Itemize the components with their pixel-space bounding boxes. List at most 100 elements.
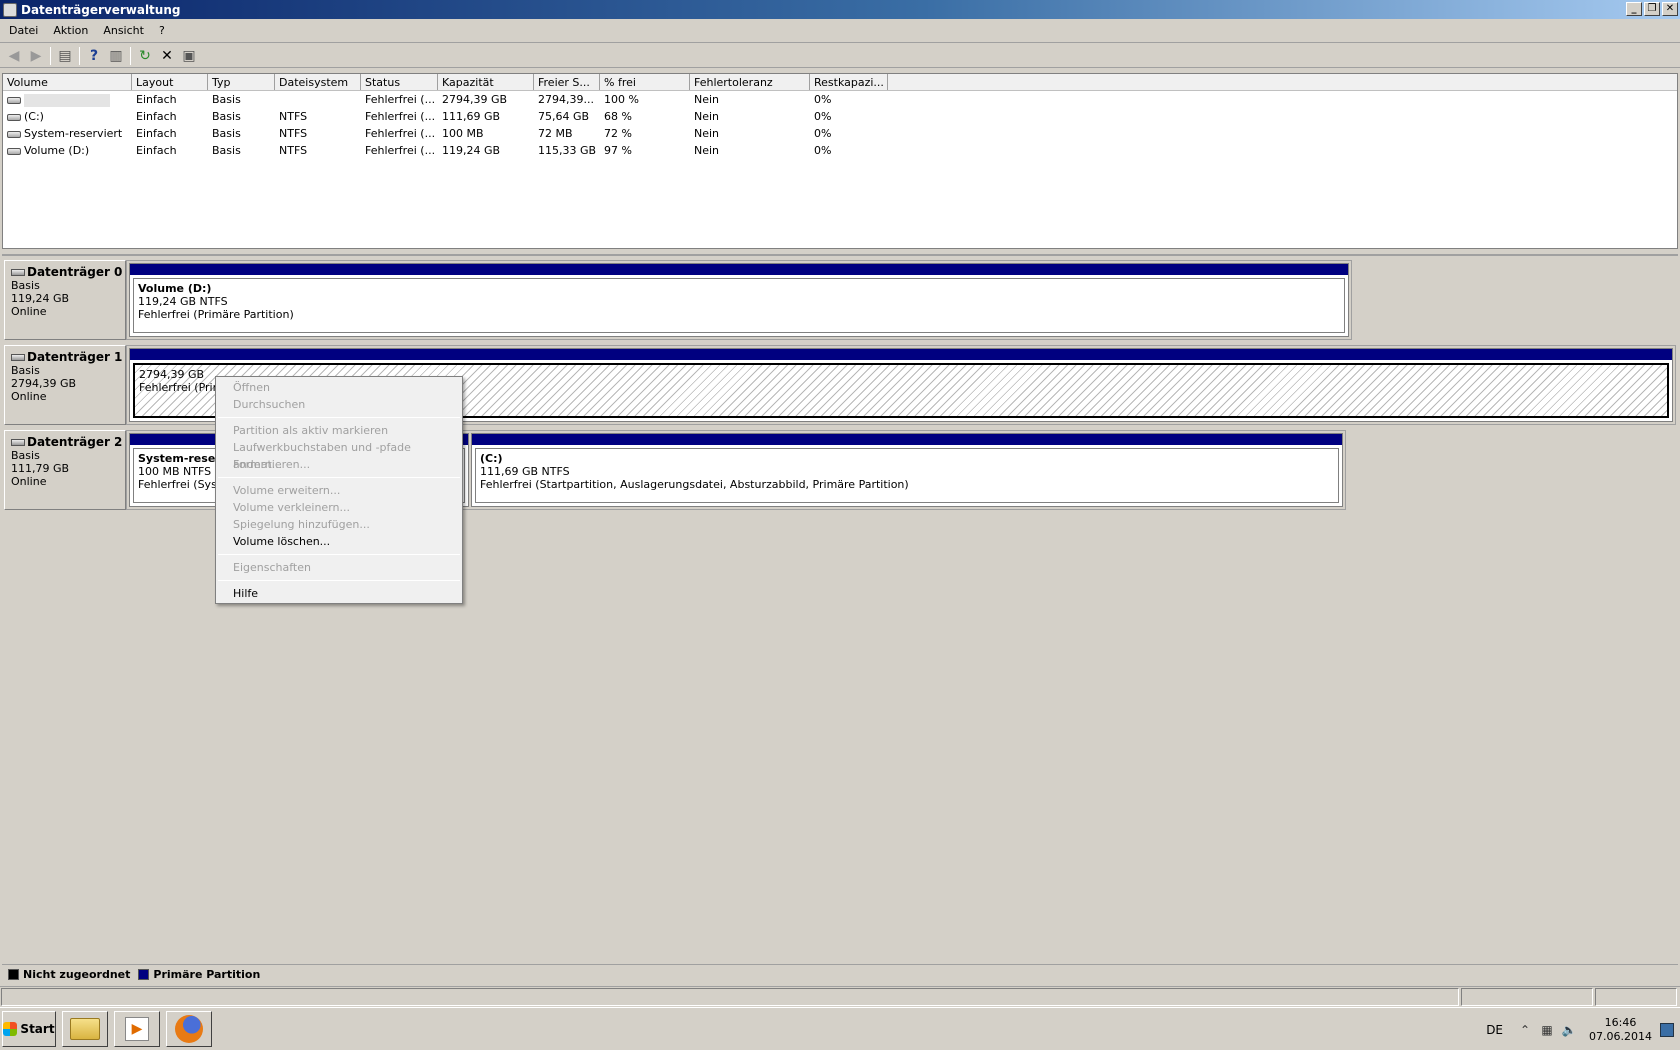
column-header-status[interactable]: Status <box>361 74 438 90</box>
disk-0-partitions: Volume (D:) 119,24 GB NTFS Fehlerfrei (P… <box>126 260 1352 340</box>
restore-button[interactable]: ❐ <box>1644 2 1660 16</box>
volume-name: (C:) <box>24 110 44 123</box>
table-cell: 72 % <box>604 127 632 140</box>
table-cell: 97 % <box>604 144 632 157</box>
help-icon[interactable]: ? <box>83 46 105 66</box>
column-header-typ[interactable]: Typ <box>208 74 275 90</box>
menu-separator <box>218 477 460 478</box>
taskbar-media-player[interactable]: ▶ <box>114 1011 160 1047</box>
menu-datei[interactable]: Datei <box>4 24 48 37</box>
column-header-kapazitaet[interactable]: Kapazität <box>438 74 534 90</box>
taskbar-explorer[interactable] <box>62 1011 108 1047</box>
legend-swatch <box>138 968 150 980</box>
partition-status: Fehlerfrei (Startpartition, Auslagerungs… <box>480 478 909 491</box>
table-cell: 2794,39 GB <box>442 93 508 106</box>
title-bar: Datenträgerverwaltung _ ❐ ✕ <box>0 0 1680 19</box>
table-row[interactable]: System-reserviert Einfach Basis NTFS Feh… <box>3 125 1677 142</box>
table-cell: 115,33 GB <box>538 144 597 157</box>
menu-separator <box>218 580 460 581</box>
table-cell: 0% <box>814 110 832 123</box>
table-cell: Einfach <box>136 110 177 123</box>
partition-body: (C:) 111,69 GB NTFS Fehlerfrei (Startpar… <box>475 448 1339 503</box>
language-indicator[interactable]: DE <box>1486 1023 1503 1037</box>
toolbar-separator <box>130 46 131 65</box>
disk-type: Basis <box>11 279 40 292</box>
view-icon[interactable]: ▥ <box>105 46 127 66</box>
minimize-button[interactable]: _ <box>1626 2 1642 16</box>
drive-icon <box>7 113 21 121</box>
table-cell: Nein <box>694 144 720 157</box>
drive-icon <box>7 147 21 155</box>
column-header-layout[interactable]: Layout <box>132 74 208 90</box>
drive-icon <box>7 130 21 138</box>
column-header-volume[interactable]: Volume <box>3 74 132 90</box>
partition-c[interactable]: (C:) 111,69 GB NTFS Fehlerfrei (Startpar… <box>471 433 1343 507</box>
show-hidden-icons-icon[interactable]: ⌃ <box>1517 1023 1533 1037</box>
table-cell: 0% <box>814 127 832 140</box>
column-header-fehlertoleranz[interactable]: Fehlertoleranz <box>690 74 810 90</box>
menu-item-hilfe[interactable]: Hilfe <box>216 585 462 602</box>
close-button[interactable]: ✕ <box>1662 2 1678 16</box>
menu-item-shrink-volume[interactable]: Volume verkleinern... <box>216 499 462 516</box>
column-header-restkapazitaet[interactable]: Restkapazi... <box>810 74 888 90</box>
show-desktop-icon[interactable] <box>1660 1022 1674 1037</box>
table-row[interactable]: Volume (D:) Einfach Basis NTFS Fehlerfre… <box>3 142 1677 159</box>
menu-aktion[interactable]: Aktion <box>48 24 98 37</box>
table-cell: 0% <box>814 93 832 106</box>
menu-item-mark-active[interactable]: Partition als aktiv markieren <box>216 422 462 439</box>
disk-2-label[interactable]: Datenträger 2 Basis 111,79 GB Online <box>4 430 126 510</box>
console-tree-icon[interactable]: ▤ <box>54 46 76 66</box>
table-cell: (C:) <box>3 108 132 125</box>
menu-item-add-mirror[interactable]: Spiegelung hinzufügen... <box>216 516 462 533</box>
menu-item-eigenschaften[interactable]: Eigenschaften <box>216 559 462 576</box>
disk-name: Datenträger 1 <box>27 350 123 364</box>
column-header-freier-speicher[interactable]: Freier S... <box>534 74 600 90</box>
volume-list: Volume Layout Typ Dateisystem Status Kap… <box>2 73 1678 249</box>
menu-item-oeffnen[interactable]: Öffnen <box>216 379 462 396</box>
taskbar-firefox[interactable] <box>166 1011 212 1047</box>
disk-size: 2794,39 GB <box>11 377 77 390</box>
table-cell: 100 % <box>604 93 639 106</box>
menu-item-formatieren[interactable]: Formatieren... <box>216 456 462 473</box>
legend-label: Nicht zugeordnet <box>23 967 131 981</box>
volume-icon[interactable]: 🔈 <box>1561 1023 1577 1037</box>
refresh-icon[interactable]: ↻ <box>134 46 156 66</box>
window-controls: _ ❐ ✕ <box>1626 2 1678 16</box>
menu-ansicht[interactable]: Ansicht <box>98 24 154 37</box>
legend: Nicht zugeordnet Primäre Partition <box>2 964 1678 983</box>
back-icon[interactable]: ◀ <box>3 46 25 66</box>
disk-1-label[interactable]: Datenträger 1 Basis 2794,39 GB Online <box>4 345 126 425</box>
column-header-dateisystem[interactable]: Dateisystem <box>275 74 361 90</box>
partition-size: 119,24 GB NTFS <box>138 295 228 308</box>
properties-icon[interactable]: ▣ <box>178 46 200 66</box>
table-cell: Basis <box>212 127 241 140</box>
menu-help[interactable]: ? <box>154 24 175 37</box>
network-icon[interactable]: ▦ <box>1539 1023 1555 1037</box>
menu-item-delete-volume[interactable]: Volume löschen... <box>216 533 462 550</box>
disk-icon <box>11 439 25 446</box>
table-row[interactable]: Einfach Basis Fehlerfrei (... 2794,39 GB… <box>3 91 1677 108</box>
menu-item-extend-volume[interactable]: Volume erweitern... <box>216 482 462 499</box>
table-cell: Basis <box>212 110 241 123</box>
legend-label: Primäre Partition <box>153 967 261 981</box>
column-header-prozent-frei[interactable]: % frei <box>600 74 690 90</box>
table-cell: Einfach <box>136 93 177 106</box>
menu-item-durchsuchen[interactable]: Durchsuchen <box>216 396 462 413</box>
delete-icon[interactable]: ✕ <box>156 46 178 66</box>
menu-separator <box>218 417 460 418</box>
drive-icon <box>7 96 21 104</box>
clock[interactable]: 16:46 07.06.2014 <box>1589 1016 1652 1044</box>
taskbar: Start ▶ DE ⌃ ▦ 🔈 16:46 07.06.2014 <box>0 1007 1680 1050</box>
partition-volume-d[interactable]: Volume (D:) 119,24 GB NTFS Fehlerfrei (P… <box>129 263 1349 337</box>
menu-item-change-drive-letter[interactable]: Laufwerkbuchstaben und -pfade ändern... <box>216 439 462 471</box>
status-pane <box>1461 988 1593 1006</box>
disk-state: Online <box>11 475 47 488</box>
start-button[interactable]: Start <box>2 1011 56 1047</box>
disk-name: Datenträger 2 <box>27 435 123 449</box>
media-player-icon: ▶ <box>125 1017 149 1041</box>
disk-0-label[interactable]: Datenträger 0 Basis 119,24 GB Online <box>4 260 126 340</box>
forward-icon[interactable]: ▶ <box>25 46 47 66</box>
table-cell: NTFS <box>279 144 308 157</box>
table-row[interactable]: (C:) Einfach Basis NTFS Fehlerfrei (... … <box>3 108 1677 125</box>
volume-name: Volume (D:) <box>24 144 90 157</box>
